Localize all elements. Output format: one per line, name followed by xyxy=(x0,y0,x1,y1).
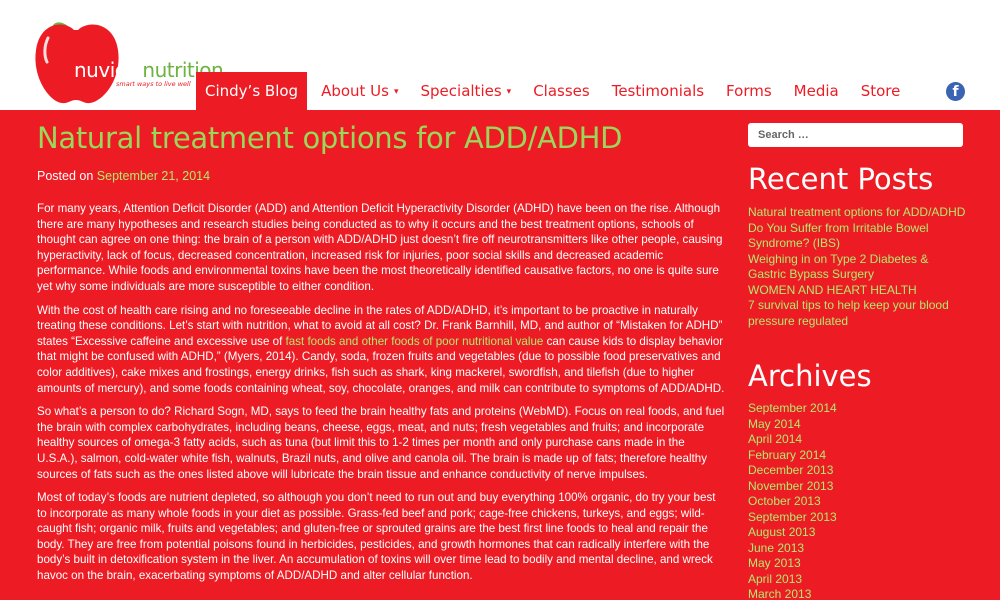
post-paragraph-2: With the cost of health care rising and … xyxy=(37,303,725,397)
recent-post-link[interactable]: 7 survival tips to help keep your blood … xyxy=(748,298,968,329)
archive-link[interactable]: November 2013 xyxy=(748,479,968,495)
post-paragraph-4: Most of today’s foods are nutrient deple… xyxy=(37,491,716,583)
archive-link[interactable]: October 2013 xyxy=(748,494,968,510)
archive-link[interactable]: September 2013 xyxy=(748,510,968,526)
archive-link[interactable]: September 2014 xyxy=(748,401,968,417)
post-date-link[interactable]: September 21, 2014 xyxy=(97,169,210,183)
archive-link[interactable]: March 2013 xyxy=(748,587,968,600)
nav-item-label: Testimonials xyxy=(611,82,705,100)
archive-link[interactable]: December 2013 xyxy=(748,463,968,479)
nav-item-label: Forms xyxy=(726,82,772,100)
nav-item-testimonials[interactable]: Testimonials xyxy=(604,72,712,110)
recent-post-link[interactable]: WOMEN AND HEART HEALTH xyxy=(748,283,968,299)
recent-post-link[interactable]: Weighing in on Type 2 Diabetes & Gastric… xyxy=(748,252,968,283)
nav-item-cindy-s-blog[interactable]: Cindy’s Blog xyxy=(196,72,308,110)
nav-item-label: Cindy’s Blog xyxy=(205,82,299,100)
archive-link[interactable]: June 2013 xyxy=(748,541,968,557)
site-logo[interactable]: nuviewnutrition smart ways to live well xyxy=(34,8,224,108)
nav-item-classes[interactable]: Classes xyxy=(525,72,598,110)
recent-posts-title: Recent Posts xyxy=(748,162,934,196)
chevron-down-icon: ▾ xyxy=(506,87,512,97)
recent-post-link[interactable]: Natural treatment options for ADD/ADHD xyxy=(748,205,968,221)
post-paragraph-3: So what’s a person to do? Richard Sogn, … xyxy=(37,405,725,481)
recent-post-link[interactable]: Do You Suffer from Irritable Bowel Syndr… xyxy=(748,221,968,252)
archive-link[interactable]: May 2013 xyxy=(748,556,968,572)
nav-item-label: Specialties xyxy=(420,82,502,100)
post-paragraph-1: For many years, Attention Deficit Disord… xyxy=(37,202,723,293)
nav-item-label: About Us xyxy=(321,82,389,100)
fast-foods-link[interactable]: fast foods and other foods of poor nutri… xyxy=(286,335,544,348)
main-nav: Cindy’s Blog About Us ▾ Specialties ▾ Classes… xyxy=(196,72,914,110)
nav-item-label: Classes xyxy=(533,82,590,100)
nav-item-about-us[interactable]: About Us ▾ xyxy=(313,72,406,110)
search-input[interactable] xyxy=(748,123,963,147)
archive-link[interactable]: April 2014 xyxy=(748,432,968,448)
archives-list: September 2014 May 2014 April 2014 February… xyxy=(748,401,968,600)
nav-item-store[interactable]: Store xyxy=(853,72,909,110)
site-header: nuviewnutrition smart ways to live well … xyxy=(0,0,1000,110)
recent-posts-list: Natural treatment options for ADD/ADHD Do… xyxy=(748,205,968,329)
nav-item-media[interactable]: Media xyxy=(786,72,847,110)
nav-item-label: Store xyxy=(860,82,901,100)
nav-item-specialties[interactable]: Specialties ▾ xyxy=(413,72,520,110)
archive-link[interactable]: May 2014 xyxy=(748,417,968,433)
archive-link[interactable]: April 2013 xyxy=(748,572,968,588)
archive-link[interactable]: February 2014 xyxy=(748,448,968,464)
blog-post: Natural treatment options for ADD/ADHD P… xyxy=(37,110,725,584)
archive-link[interactable]: August 2013 xyxy=(748,525,968,541)
nav-item-forms[interactable]: Forms xyxy=(718,72,780,110)
logo-tagline: smart ways to live well xyxy=(116,80,191,88)
content-area: Natural treatment options for ADD/ADHD P… xyxy=(0,110,1000,600)
facebook-icon[interactable]: f xyxy=(946,82,965,101)
posted-on-label: Posted on xyxy=(37,169,94,183)
post-title[interactable]: Natural treatment options for ADD/ADHD xyxy=(37,120,725,156)
chevron-down-icon: ▾ xyxy=(393,87,399,97)
nav-item-label: Media xyxy=(793,82,839,100)
post-meta: Posted on September 21, 2014 xyxy=(37,169,725,183)
archives-title: Archives xyxy=(748,359,872,393)
